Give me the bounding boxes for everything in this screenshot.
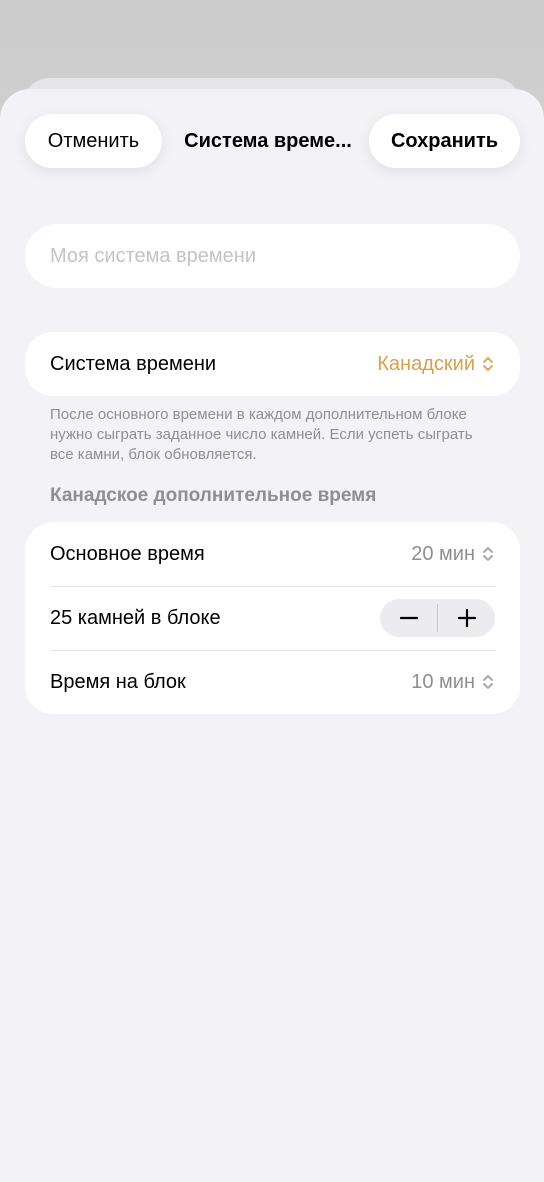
stones-per-block-label: 25 камней в блоке <box>50 606 221 629</box>
chevron-up-down-icon <box>483 675 493 689</box>
block-time-value: 10 мин <box>411 670 475 693</box>
minus-icon <box>399 616 418 620</box>
main-time-label: Основное время <box>50 542 205 565</box>
time-system-row[interactable]: Система времени Канадский <box>25 332 520 396</box>
plus-icon <box>457 609 476 627</box>
time-system-value: Канадский <box>377 352 475 375</box>
stones-per-block-row: 25 камней в блоке <box>25 586 520 650</box>
main-time-value: 20 мин <box>411 542 475 565</box>
cancel-button-label: Отменить <box>47 129 140 152</box>
main-time-picker[interactable]: 20 мин <box>411 543 495 566</box>
time-system-name-input[interactable] <box>25 224 520 288</box>
modal-sheet: Отменить Система време... Сохранить Сист… <box>0 89 544 1182</box>
block-time-row[interactable]: Время на блок 10 мин <box>25 650 520 714</box>
increment-button[interactable] <box>438 599 495 637</box>
time-system-card: Система времени Канадский <box>25 332 520 396</box>
main-time-row[interactable]: Основное время 20 мин <box>25 522 520 586</box>
chevron-up-down-icon <box>483 357 493 371</box>
time-system-description: После основного времени в каждом дополни… <box>50 406 473 463</box>
cancel-button[interactable]: Отменить <box>25 114 162 168</box>
sheet-title: Система време... <box>184 129 352 152</box>
stones-stepper[interactable] <box>380 599 495 637</box>
time-system-label: Система времени <box>50 352 217 375</box>
time-system-picker[interactable]: Канадский <box>377 353 495 376</box>
save-button-label: Сохранить <box>390 129 499 152</box>
decrement-button[interactable] <box>380 599 437 637</box>
overtime-card: Основное время 20 мин 25 камней в блоке <box>25 522 520 714</box>
block-time-label: Время на блок <box>50 670 186 693</box>
overtime-section-title: Канадское дополнительное время <box>50 485 377 506</box>
block-time-picker[interactable]: 10 мин <box>411 671 495 694</box>
chevron-up-down-icon <box>483 547 493 561</box>
save-button[interactable]: Сохранить <box>369 114 520 168</box>
